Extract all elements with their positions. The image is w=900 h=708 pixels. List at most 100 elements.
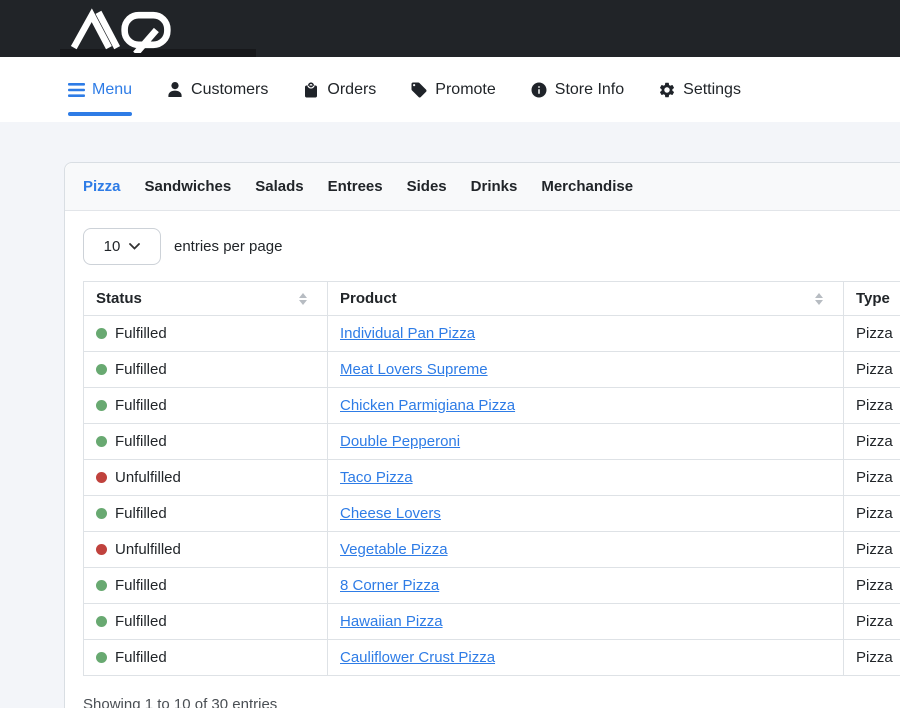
table-row: Fulfilled Meat Lovers Supreme Pizza xyxy=(84,352,900,388)
product-cell: Cauliflower Crust Pizza xyxy=(328,640,844,676)
menu-card: Pizza Sandwiches Salads Entrees Sides Dr… xyxy=(64,162,900,708)
status-label: Fulfilled xyxy=(115,649,167,666)
status-dot-icon xyxy=(96,328,107,339)
product-cell: Hawaiian Pizza xyxy=(328,604,844,640)
table-row: Fulfilled 8 Corner Pizza Pizza xyxy=(84,568,900,604)
product-link[interactable]: Vegetable Pizza xyxy=(340,541,448,558)
type-cell: Pizza xyxy=(844,460,900,496)
status-dot-icon xyxy=(96,652,107,663)
status-dot-icon xyxy=(96,616,107,627)
type-cell: Pizza xyxy=(844,604,900,640)
table-row: Fulfilled Hawaiian Pizza Pizza xyxy=(84,604,900,640)
type-cell: Pizza xyxy=(844,352,900,388)
status-cell: Fulfilled xyxy=(84,388,328,424)
tab-entrees[interactable]: Entrees xyxy=(328,178,383,195)
product-link[interactable]: Chicken Parmigiana Pizza xyxy=(340,397,515,414)
product-link[interactable]: Cheese Lovers xyxy=(340,505,441,522)
table-row: Fulfilled Double Pepperoni Pizza xyxy=(84,424,900,460)
page-content: Pizza Sandwiches Salads Entrees Sides Dr… xyxy=(0,122,900,708)
product-link[interactable]: Taco Pizza xyxy=(340,469,413,486)
entries-per-page-label: entries per page xyxy=(174,238,282,255)
product-link[interactable]: Individual Pan Pizza xyxy=(340,325,475,342)
tab-sides[interactable]: Sides xyxy=(407,178,447,195)
tab-drinks[interactable]: Drinks xyxy=(471,178,518,195)
chevron-down-icon xyxy=(129,243,140,250)
nav-item-customers[interactable]: Customers xyxy=(166,78,268,102)
status-label: Fulfilled xyxy=(115,361,167,378)
table-row: Fulfilled Chicken Parmigiana Pizza Pizza xyxy=(84,388,900,424)
nav-item-menu[interactable]: Menu xyxy=(68,78,132,102)
gear-icon xyxy=(658,81,676,99)
page-size-value: 10 xyxy=(104,238,121,255)
status-label: Unfulfilled xyxy=(115,541,181,558)
status-cell: Fulfilled xyxy=(84,316,328,352)
product-cell: Meat Lovers Supreme xyxy=(328,352,844,388)
nav-item-label: Store Info xyxy=(555,81,624,99)
type-cell: Pizza xyxy=(844,568,900,604)
column-header-product[interactable]: Product xyxy=(328,282,844,316)
product-link[interactable]: 8 Corner Pizza xyxy=(340,577,439,594)
product-cell: Cheese Lovers xyxy=(328,496,844,532)
page-size-select[interactable]: 10 xyxy=(83,228,161,265)
status-cell: Fulfilled xyxy=(84,424,328,460)
tab-pizza[interactable]: Pizza xyxy=(83,178,121,195)
nav-item-label: Menu xyxy=(92,81,132,99)
type-cell: Pizza xyxy=(844,424,900,460)
column-header-status[interactable]: Status xyxy=(84,282,328,316)
nav-item-promote[interactable]: Promote xyxy=(410,78,495,102)
type-cell: Pizza xyxy=(844,388,900,424)
top-black-bar xyxy=(0,0,900,57)
primary-nav: Menu Customers Orders Promote Store Info… xyxy=(0,57,900,122)
status-dot-icon xyxy=(96,508,107,519)
status-dot-icon xyxy=(96,436,107,447)
type-cell: Pizza xyxy=(844,316,900,352)
shopping-bag-icon xyxy=(302,81,320,99)
nav-item-orders[interactable]: Orders xyxy=(302,78,376,102)
status-cell: Fulfilled xyxy=(84,568,328,604)
tab-salads[interactable]: Salads xyxy=(255,178,303,195)
product-cell: Double Pepperoni xyxy=(328,424,844,460)
product-link[interactable]: Hawaiian Pizza xyxy=(340,613,443,630)
status-cell: Unfulfilled xyxy=(84,460,328,496)
table-row: Fulfilled Cheese Lovers Pizza xyxy=(84,496,900,532)
status-dot-icon xyxy=(96,400,107,411)
nav-item-store-info[interactable]: Store Info xyxy=(530,78,624,102)
nav-item-label: Promote xyxy=(435,81,495,99)
nav-item-label: Orders xyxy=(327,81,376,99)
status-cell: Fulfilled xyxy=(84,640,328,676)
tag-icon xyxy=(410,81,428,99)
column-header-type[interactable]: Type xyxy=(844,282,900,316)
product-cell: Individual Pan Pizza xyxy=(328,316,844,352)
tab-merchandise[interactable]: Merchandise xyxy=(541,178,633,195)
status-label: Fulfilled xyxy=(115,325,167,342)
product-cell: Chicken Parmigiana Pizza xyxy=(328,388,844,424)
product-link[interactable]: Meat Lovers Supreme xyxy=(340,361,488,378)
column-header-label: Product xyxy=(340,290,397,307)
status-label: Fulfilled xyxy=(115,505,167,522)
entries-summary: Showing 1 to 10 of 30 entries xyxy=(83,696,900,708)
sort-icon[interactable] xyxy=(299,293,307,305)
tab-sandwiches[interactable]: Sandwiches xyxy=(145,178,232,195)
column-header-label: Status xyxy=(96,290,142,307)
hamburger-icon xyxy=(68,83,85,97)
table-controls: 10 entries per page xyxy=(83,228,900,265)
status-dot-icon xyxy=(96,472,107,483)
table-row: Unfulfilled Taco Pizza Pizza xyxy=(84,460,900,496)
product-link[interactable]: Cauliflower Crust Pizza xyxy=(340,649,495,666)
table-row: Fulfilled Cauliflower Crust Pizza Pizza xyxy=(84,640,900,676)
status-label: Fulfilled xyxy=(115,613,167,630)
status-dot-icon xyxy=(96,544,107,555)
type-cell: Pizza xyxy=(844,640,900,676)
type-cell: Pizza xyxy=(844,496,900,532)
nav-item-label: Settings xyxy=(683,81,741,99)
nav-item-settings[interactable]: Settings xyxy=(658,78,741,102)
sort-icon[interactable] xyxy=(815,293,823,305)
table-header-row: Status Product Type xyxy=(84,282,900,316)
status-cell: Fulfilled xyxy=(84,496,328,532)
status-label: Unfulfilled xyxy=(115,469,181,486)
product-cell: Taco Pizza xyxy=(328,460,844,496)
product-link[interactable]: Double Pepperoni xyxy=(340,433,460,450)
type-cell: Pizza xyxy=(844,532,900,568)
brand-logo-icon[interactable] xyxy=(62,7,184,53)
category-tabs: Pizza Sandwiches Salads Entrees Sides Dr… xyxy=(65,163,900,211)
